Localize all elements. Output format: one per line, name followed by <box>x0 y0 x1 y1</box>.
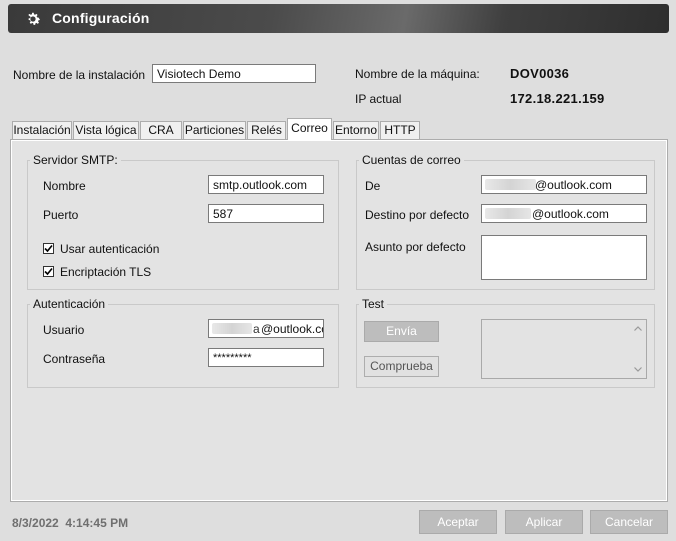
timestamp: 8/3/2022 4:14:45 PM <box>12 516 129 530</box>
default-destination-value: @outlook.com <box>532 207 609 221</box>
smtp-server-legend: Servidor SMTP: <box>30 153 121 167</box>
user-input-fragment: a <box>253 322 260 336</box>
smtp-name-input[interactable]: smtp.outlook.com <box>208 175 324 194</box>
user-input[interactable]: a @outlook.co <box>208 319 324 338</box>
password-input[interactable]: ********* <box>208 348 324 367</box>
from-input-value: @outlook.com <box>535 178 612 192</box>
installation-name-label: Nombre de la instalación <box>13 68 146 82</box>
machine-name-label: Nombre de la máquina: <box>355 67 480 81</box>
tab-entorno[interactable]: Entorno <box>333 121 379 139</box>
redacted-text <box>485 179 536 190</box>
password-label: Contraseña <box>43 352 106 366</box>
current-ip-value: 172.18.221.159 <box>510 91 605 106</box>
installation-name-input[interactable]: Visiotech Demo <box>152 64 316 83</box>
default-subject-input[interactable] <box>481 235 647 280</box>
apply-button[interactable]: Aplicar <box>505 510 583 534</box>
tab-instalacion[interactable]: Instalación <box>12 121 72 139</box>
tls-label: Encriptación TLS <box>60 265 152 279</box>
use-auth-checkbox[interactable] <box>43 243 54 254</box>
smtp-port-label: Puerto <box>43 208 79 222</box>
check-button[interactable]: Comprueba <box>364 356 439 377</box>
tls-checkbox[interactable] <box>43 266 54 277</box>
chevron-down-icon[interactable] <box>634 367 642 372</box>
smtp-port-input[interactable]: 587 <box>208 204 324 223</box>
accept-button[interactable]: Aceptar <box>419 510 497 534</box>
default-destination-label: Destino por defecto <box>365 208 470 222</box>
auth-legend: Autenticación <box>30 297 109 311</box>
chevron-up-icon[interactable] <box>634 326 642 331</box>
tab-vista-logica[interactable]: Vista lógica <box>73 121 139 139</box>
current-ip-label: IP actual <box>355 92 402 106</box>
default-destination-input[interactable]: @outlook.com <box>481 204 647 223</box>
tab-http[interactable]: HTTP <box>380 121 420 139</box>
redacted-text <box>485 208 531 219</box>
from-label: De <box>365 179 381 193</box>
test-legend: Test <box>359 297 388 311</box>
from-input[interactable]: @outlook.com <box>481 175 647 194</box>
tab-cra[interactable]: CRA <box>140 121 182 139</box>
user-label: Usuario <box>43 323 85 337</box>
send-button[interactable]: Envía <box>364 321 439 342</box>
checkmark-icon <box>44 267 53 276</box>
checkmark-icon <box>44 244 53 253</box>
title-bar: Configuración <box>8 4 669 33</box>
vertical-scrollbar[interactable] <box>630 321 645 377</box>
smtp-name-label: Nombre <box>43 179 86 193</box>
gear-icon <box>28 12 41 25</box>
use-auth-label: Usar autenticación <box>60 242 160 256</box>
tab-reles[interactable]: Relés <box>247 121 286 139</box>
user-input-value: @outlook.co <box>261 322 324 336</box>
window-title: Configuración <box>52 10 150 26</box>
cancel-button[interactable]: Cancelar <box>590 510 668 534</box>
machine-name-value: DOV0036 <box>510 66 570 81</box>
redacted-text <box>212 323 252 334</box>
tab-particiones[interactable]: Particiones <box>183 121 246 139</box>
test-output-box[interactable] <box>481 319 647 379</box>
default-subject-label: Asunto por defecto <box>365 240 466 254</box>
tab-correo[interactable]: Correo <box>287 118 332 140</box>
auth-group <box>27 304 339 388</box>
mail-accounts-legend: Cuentas de correo <box>359 153 464 167</box>
